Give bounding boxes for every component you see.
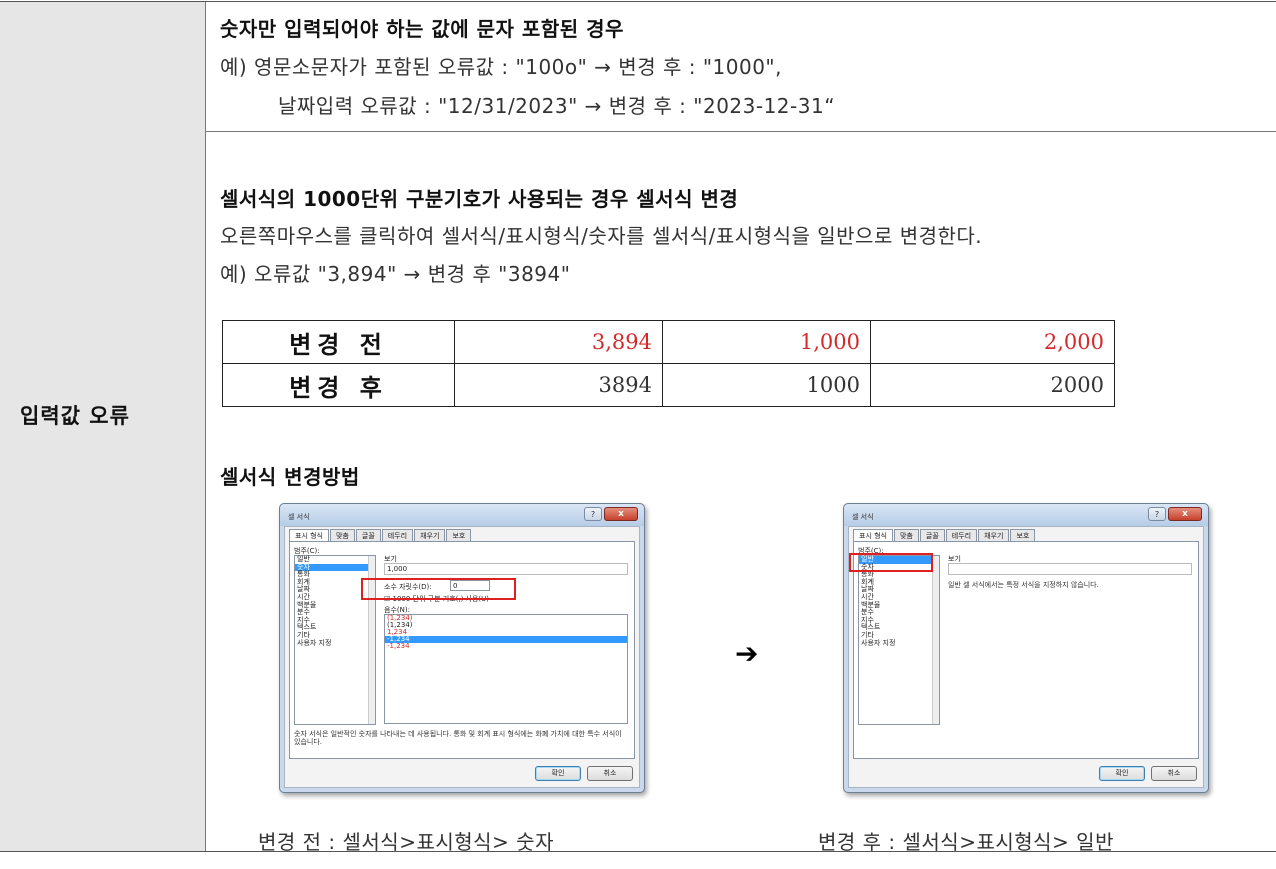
negative-option[interactable]: (1,234) — [385, 622, 627, 629]
arrow-right-icon: ➔ — [735, 637, 759, 670]
help-button[interactable]: ? — [1148, 507, 1166, 521]
before-label: 변경 전 — [222, 320, 455, 364]
close-button[interactable]: x — [1168, 507, 1202, 521]
ok-button[interactable]: 확인 — [535, 766, 581, 781]
format-cells-dialog-after: 셀 서식 ? x 표시 형식 맞춤 글꼴 테두리 채우기 보호 범주(C): 일… — [843, 503, 1209, 793]
cancel-button[interactable]: 취소 — [587, 766, 633, 781]
category-scrollbar[interactable] — [932, 556, 939, 724]
close-button[interactable]: x — [604, 507, 638, 521]
category-item[interactable]: 사용자 지정 — [295, 639, 375, 648]
before-value: 3,894 — [454, 320, 663, 364]
before-value: 1,000 — [662, 320, 871, 364]
help-button[interactable]: ? — [584, 507, 602, 521]
after-value: 3894 — [454, 363, 663, 407]
dialog-titlebar: 셀 서식 ? x — [844, 504, 1208, 526]
dialog-titlebar: 셀 서식 ? x — [280, 504, 644, 526]
row1-example-line1: 예) 영문소문자가 포함된 오류값 : "100o" → 변경 후 : "100… — [220, 55, 782, 79]
dialog-title: 셀 서식 — [852, 513, 874, 521]
comparison-table: 변경 전 3,894 1,000 2,000 변경 후 3894 1000 20… — [222, 320, 1115, 407]
format-description: 일반 셀 서식에서는 특정 서식을 지정하지 않습니다. — [948, 581, 1099, 589]
highlight-box-general — [849, 553, 933, 572]
row2-instruction: 오른쪽마우스를 클릭하여 셀서식/표시형식/숫자를 셀서식/표시형식을 일반으로… — [220, 224, 983, 248]
format-description: 숫자 서식은 일반적인 숫자를 나타내는 데 사용됩니다. 통화 및 회계 표시… — [294, 730, 622, 746]
document-table: 입력값 오류 숫자만 입력되어야 하는 값에 문자 포함된 경우 예) 영문소문… — [0, 0, 1276, 869]
negative-option[interactable]: (1,234) — [385, 615, 627, 622]
negative-option[interactable]: 1,234 — [385, 629, 627, 636]
dialog-panel: 범주(C): 일반 숫자 통화 회계 날짜 시간 백분율 분수 지수 텍스트 기… — [853, 541, 1199, 759]
category-list[interactable]: 일반 숫자 통화 회계 날짜 시간 백분율 분수 지수 텍스트 기타 사용자 지… — [858, 555, 940, 725]
label-cell: 입력값 오류 — [0, 2, 206, 851]
category-item[interactable]: 사용자 지정 — [859, 639, 939, 648]
row2-example: 예) 오류값 "3,894" → 변경 후 "3894" — [220, 262, 571, 286]
dialog-body: 표시 형식 맞춤 글꼴 테두리 채우기 보호 범주(C): 일반 숫자 통화 회… — [284, 526, 640, 788]
cancel-button[interactable]: 취소 — [1151, 766, 1197, 781]
dialog-title: 셀 서식 — [288, 513, 310, 521]
caption-after: 변경 후 : 셀서식>표시형식> 일반 — [818, 830, 1114, 854]
table-row-after: 변경 후 3894 1000 2000 — [222, 363, 1115, 407]
section-label: 입력값 오류 — [20, 404, 130, 428]
caption-before: 변경 전 : 셀서식>표시형식> 숫자 — [258, 830, 554, 854]
row2-heading: 셀서식의 1000단위 구분기호가 사용되는 경우 셀서식 변경 — [220, 187, 739, 211]
after-value: 1000 — [662, 363, 871, 407]
table-row-before: 변경 전 3,894 1,000 2,000 — [222, 320, 1115, 364]
row1-heading: 숫자만 입력되어야 하는 값에 문자 포함된 경우 — [220, 17, 624, 41]
ok-button[interactable]: 확인 — [1099, 766, 1145, 781]
sample-value: 1,000 — [384, 563, 628, 575]
highlight-box-decimal — [361, 578, 516, 600]
negative-option-selected[interactable]: -1,234 — [385, 636, 627, 643]
method-heading: 셀서식 변경방법 — [220, 465, 360, 489]
after-label: 변경 후 — [222, 363, 455, 407]
sample-value — [948, 563, 1192, 575]
row-separator — [206, 131, 1276, 132]
dialog-panel: 범주(C): 일반 숫자 통화 회계 날짜 시간 백분율 분수 지수 텍스트 기… — [289, 541, 635, 759]
format-cells-dialog-before: 셀 서식 ? x 표시 형식 맞춤 글꼴 테두리 채우기 보호 범주(C): 일… — [279, 503, 645, 793]
before-value: 2,000 — [870, 320, 1115, 364]
negative-option[interactable]: -1,234 — [385, 643, 627, 650]
row1-example-line2: 날짜입력 오류값 : "12/31/2023" → 변경 후 : "2023-1… — [278, 94, 836, 118]
negative-numbers-list[interactable]: (1,234) (1,234) 1,234 -1,234 -1,234 — [384, 614, 628, 724]
after-value: 2000 — [870, 363, 1115, 407]
